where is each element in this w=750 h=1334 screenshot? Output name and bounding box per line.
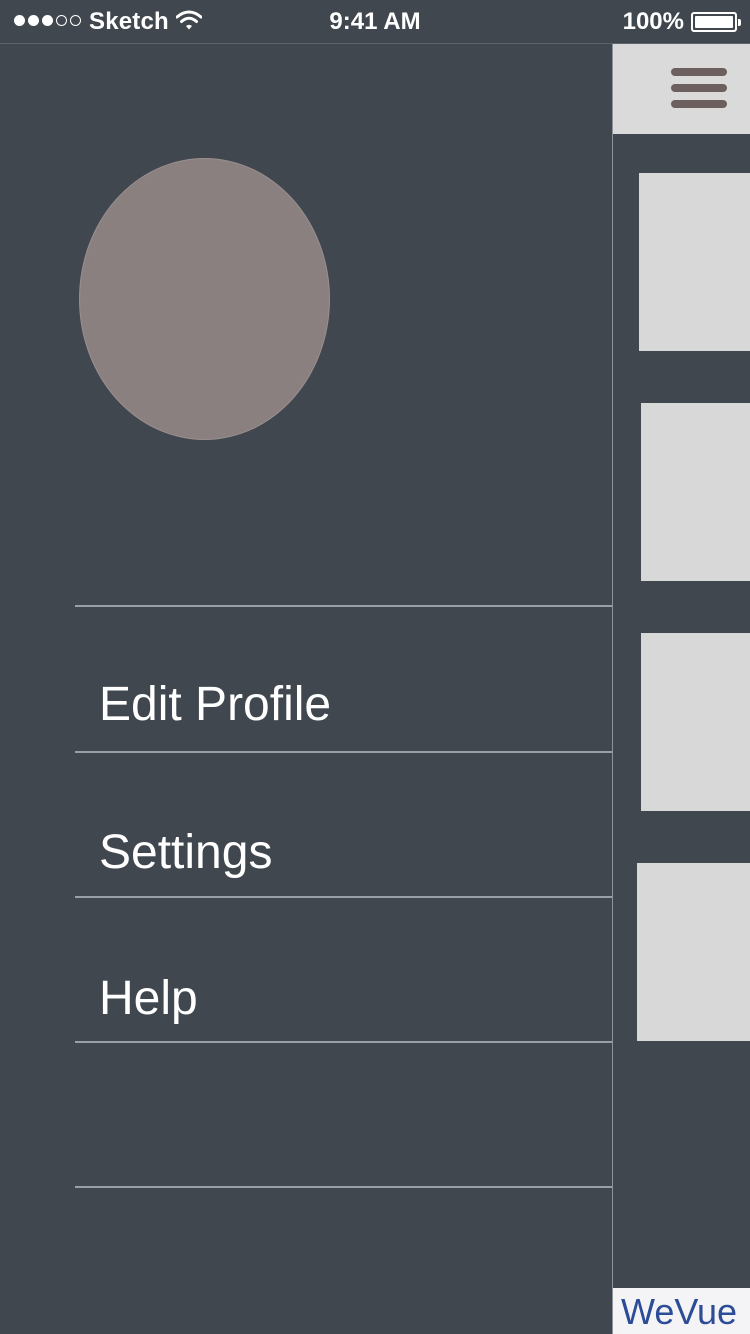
battery-fill xyxy=(695,16,733,28)
hamburger-line xyxy=(671,100,727,108)
battery-nub xyxy=(738,19,741,26)
menu-item-label: Settings xyxy=(99,826,273,879)
top-bar xyxy=(613,44,750,134)
hamburger-line xyxy=(671,84,727,92)
content-card[interactable] xyxy=(641,633,750,811)
menu-item-settings[interactable]: Settings xyxy=(75,753,612,897)
menu-item-label: Edit Profile xyxy=(99,678,332,731)
content-card[interactable] xyxy=(637,863,750,1041)
menu-item-help[interactable]: Help xyxy=(75,898,612,1042)
menu-item-label: Help xyxy=(99,972,198,1025)
content-card[interactable] xyxy=(639,173,750,351)
battery-icon xyxy=(691,12,741,32)
status-bar: Sketch 9:41 AM 100% xyxy=(0,0,750,44)
brand-bar: WeVue xyxy=(613,1288,750,1334)
menu-item-empty[interactable] xyxy=(75,1043,612,1187)
brand-logo: WeVue xyxy=(621,1291,738,1332)
hamburger-line xyxy=(671,68,727,76)
menu-item-edit-profile[interactable]: Edit Profile xyxy=(75,607,612,751)
navigation-drawer: Edit Profile Settings Help xyxy=(0,45,612,1334)
battery-percent: 100% xyxy=(622,8,684,35)
main-content: WeVue xyxy=(612,44,750,1334)
content-card[interactable] xyxy=(641,403,750,581)
divider xyxy=(75,1186,612,1188)
hamburger-menu-icon[interactable] xyxy=(671,68,729,110)
avatar[interactable] xyxy=(79,158,330,440)
